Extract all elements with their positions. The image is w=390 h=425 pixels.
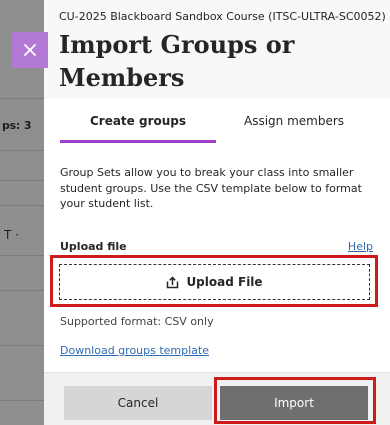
page-title: Import Groups or Members (59, 30, 295, 92)
supported-format-note: Supported format: CSV only (60, 315, 214, 328)
background-text-fragment: ps: 3 (2, 119, 32, 132)
import-groups-panel: CU-2025 Blackboard Sandbox Course (ITSC-… (44, 0, 390, 425)
upload-file-label: Upload file (60, 240, 127, 253)
upload-icon (166, 275, 179, 289)
download-template-link[interactable]: Download groups template (60, 344, 209, 357)
close-panel-button[interactable] (12, 32, 48, 68)
active-tab-indicator (60, 140, 216, 143)
upload-file-button-label: Upload File (186, 275, 263, 289)
help-link[interactable]: Help (348, 240, 373, 253)
upload-file-button[interactable]: Upload File (59, 264, 370, 300)
panel-header: CU-2025 Blackboard Sandbox Course (ITSC-… (44, 0, 390, 99)
tab-bar: Create groups Assign members (44, 99, 390, 143)
background-dropdown-fragment: T · (4, 228, 19, 242)
import-button[interactable]: Import (220, 386, 368, 420)
close-icon (24, 44, 36, 56)
tab-assign-members[interactable]: Assign members (216, 99, 372, 143)
instructions-text: Group Sets allow you to break your class… (60, 166, 362, 210)
cancel-button[interactable]: Cancel (64, 386, 212, 420)
panel-footer: Cancel Import (44, 372, 390, 425)
course-name: CU-2025 Blackboard Sandbox Course (ITSC-… (59, 10, 386, 23)
tab-create-groups[interactable]: Create groups (60, 99, 216, 143)
